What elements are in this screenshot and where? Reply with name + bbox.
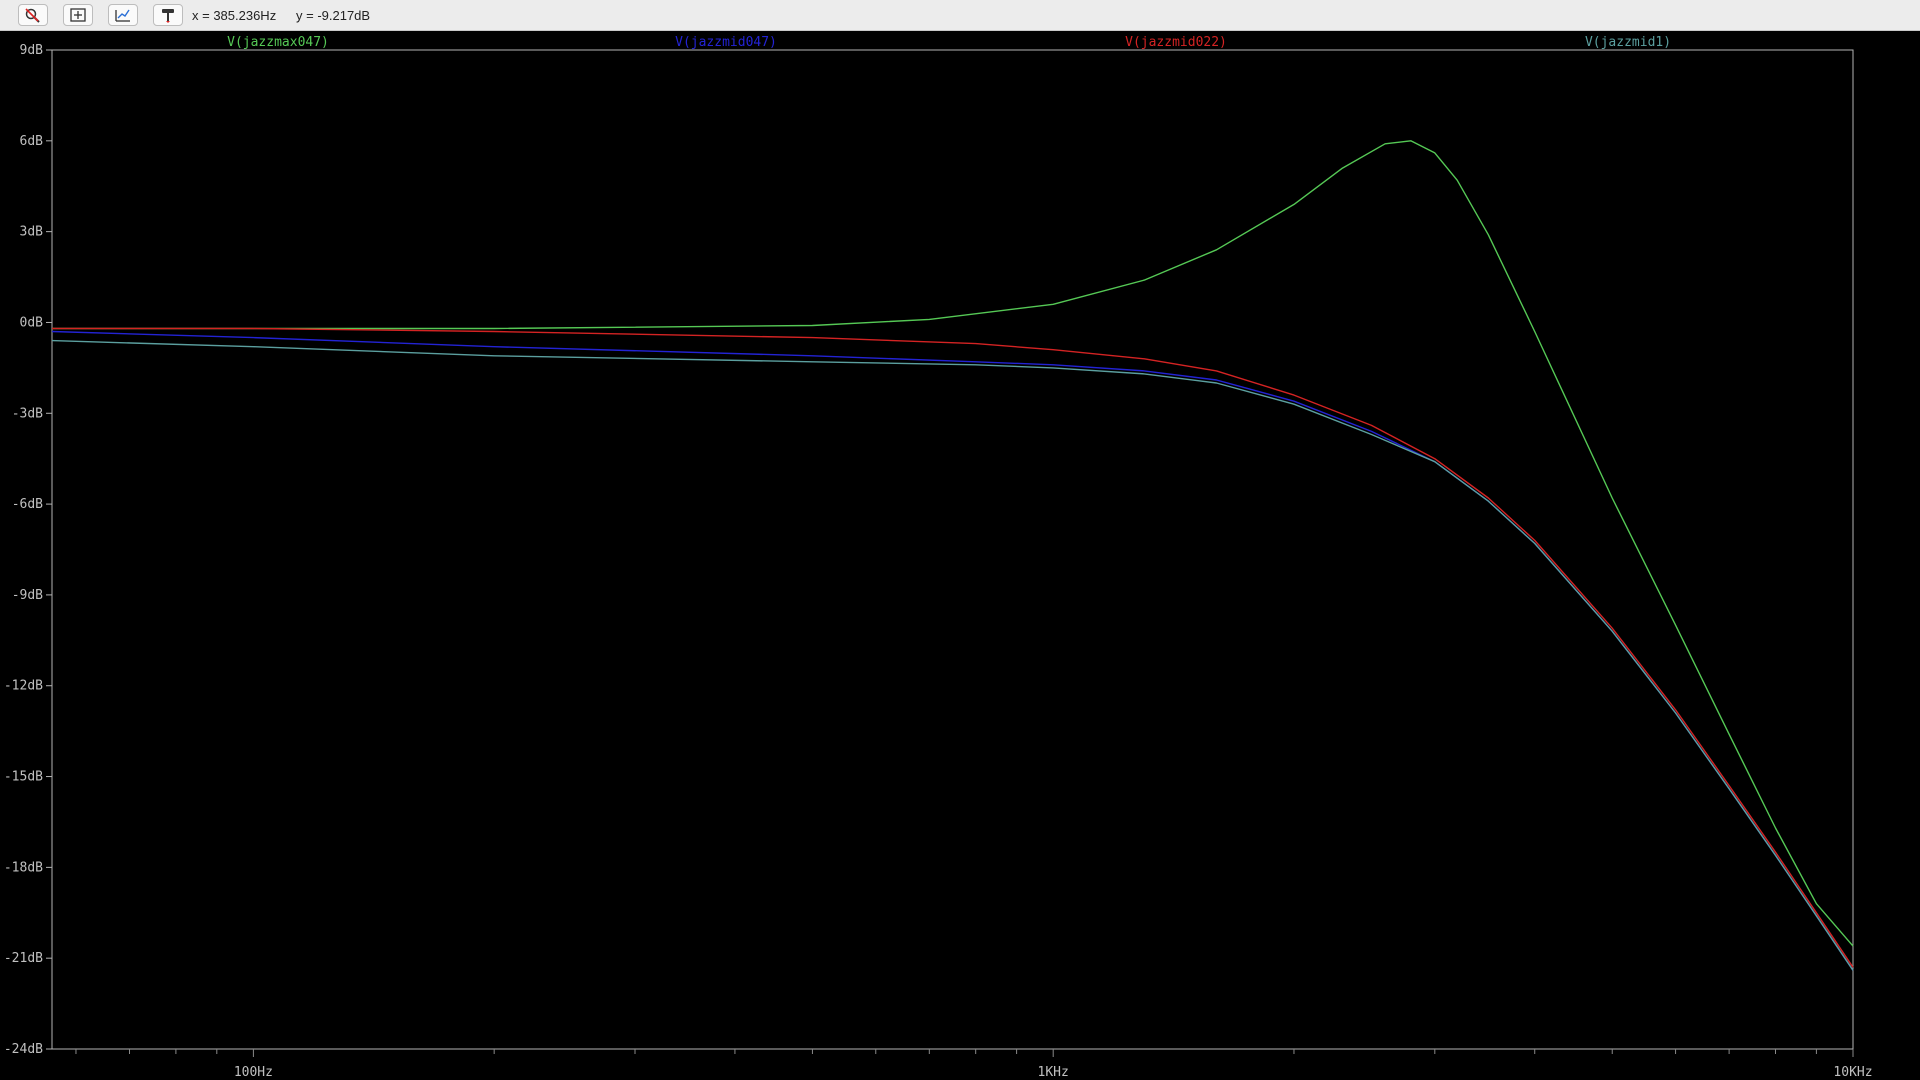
legend-entry: V(jazzmid022) xyxy=(1125,35,1227,50)
bode-plot[interactable]: 9dB 6dB 3dB 0dB -3dB -6dB -9dB -12dB -15dB -18dB -… xyxy=(0,31,1920,1080)
legend-entry: V(jazzmid1) xyxy=(1585,35,1671,50)
y-tick-label: 0dB xyxy=(20,315,44,330)
zoom-cancel-button[interactable] xyxy=(18,4,48,26)
y-tick-label: 6dB xyxy=(20,134,44,149)
x-tick-label: 1KHz xyxy=(1038,1065,1069,1080)
autorange-icon xyxy=(115,9,130,22)
series-line-vjazzmax047 xyxy=(52,140,1854,947)
series-line-vjazzmid047 xyxy=(51,330,1854,971)
autorange-button[interactable] xyxy=(108,4,138,26)
y-tick-label: -12dB xyxy=(4,679,43,694)
y-tick-label: -21dB xyxy=(4,951,43,966)
zoom-fit-button[interactable] xyxy=(63,4,93,26)
y-tick-label: -15dB xyxy=(4,770,43,785)
zoom-cancel-icon xyxy=(25,8,40,23)
series-line-vjazzmid022 xyxy=(52,327,1854,968)
probe-button[interactable] xyxy=(153,4,183,26)
toolbar: x = 385.236Hz y = -9.217dB xyxy=(0,0,1920,31)
plot-frame xyxy=(51,49,1854,1050)
y-tick-label: -6dB xyxy=(12,497,43,512)
x-tick-label: 100Hz xyxy=(234,1065,273,1080)
cursor-x-readout: x = 385.236Hz xyxy=(192,8,277,23)
y-tick-label: -18dB xyxy=(4,860,43,875)
x-tick-label: 10KHz xyxy=(1833,1065,1872,1080)
zoom-fit-icon xyxy=(70,8,86,22)
legend-entry: V(jazzmid047) xyxy=(675,35,777,50)
cursor-y-readout: y = -9.217dB xyxy=(296,8,371,23)
y-tick-label: 9dB xyxy=(20,43,44,58)
y-tick-label: -9dB xyxy=(12,588,43,603)
y-tick-label: 3dB xyxy=(20,225,44,240)
y-tick-label: -3dB xyxy=(12,406,43,421)
y-tick-label: -24dB xyxy=(4,1042,43,1057)
legend-entry: V(jazzmax047) xyxy=(227,35,329,50)
probe-icon xyxy=(162,9,174,23)
